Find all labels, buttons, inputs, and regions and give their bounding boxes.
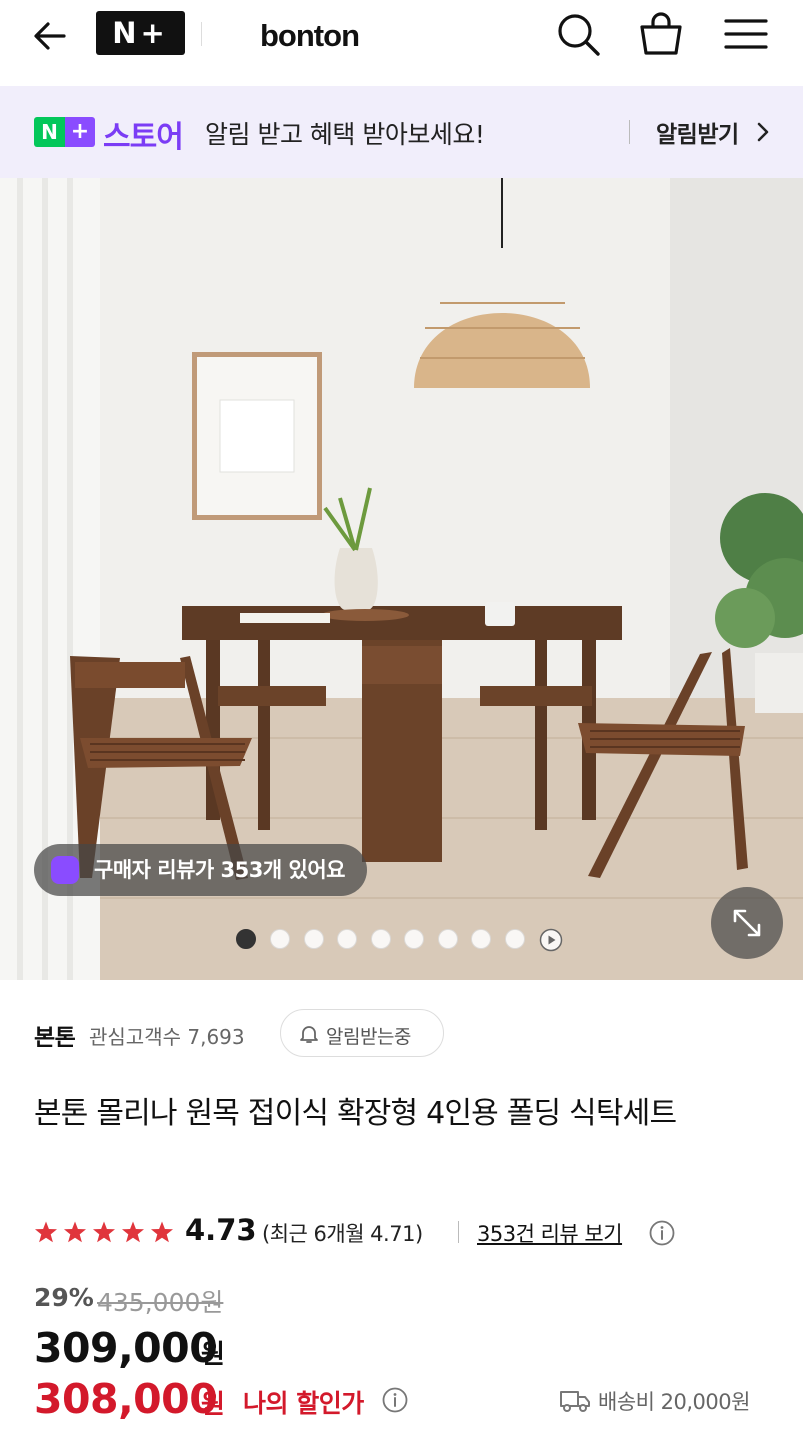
seller-name[interactable]: 본톤 (34, 1018, 76, 1052)
recent-rating: (최근 6개월 4.71) (262, 1222, 423, 1246)
menu-icon[interactable] (722, 10, 770, 58)
carousel-dot-5[interactable] (371, 929, 391, 949)
banner-divider (629, 120, 630, 144)
carousel-dot-4[interactable] (337, 929, 357, 949)
carousel-dot-1[interactable] (236, 929, 256, 949)
carousel-dot-7[interactable] (438, 929, 458, 949)
sale-price: 309,000 (34, 1324, 218, 1372)
carousel-dot-9[interactable] (505, 929, 525, 949)
nplus-logo[interactable]: N+ (96, 11, 185, 55)
delivery-truck-icon (560, 1391, 590, 1412)
info-icon[interactable] (649, 1220, 675, 1246)
top-header: N+ bonton (0, 0, 803, 86)
store-label: 스토어 (103, 120, 184, 155)
price-currency: 원 (201, 1340, 225, 1370)
star-rating (35, 1221, 173, 1243)
seller-alarm-label: 알림받는중 (326, 1026, 411, 1048)
shopping-bag-badge-icon (51, 856, 79, 884)
product-title: 본톤 몰리나 원목 접이식 확장형 4인용 폴딩 식탁세트 (34, 1096, 677, 1131)
naver-plus-store-badge: N + (34, 117, 95, 147)
original-price: 435,000원 (97, 1288, 224, 1317)
my-price-info-icon[interactable] (382, 1387, 408, 1413)
carousel-dot-6[interactable] (404, 929, 424, 949)
header-divider (201, 22, 202, 46)
discount-rate: 29% (34, 1283, 94, 1312)
video-play-icon[interactable] (539, 928, 563, 952)
carousel-dot-8[interactable] (471, 929, 491, 949)
carousel-dot-2[interactable] (270, 929, 290, 949)
my-discount-price: 308,000 (34, 1375, 218, 1423)
carousel-dot-3[interactable] (304, 929, 324, 949)
review-pill-text: 구매자 리뷰가 353개 있어요 (94, 858, 345, 882)
back-arrow-icon[interactable] (28, 14, 72, 58)
expand-image-button[interactable] (711, 887, 783, 959)
seller-fans-count: 관심고객수 7,693 (89, 1025, 245, 1049)
banner-message: 알림 받고 혜택 받아보세요! (205, 120, 485, 149)
seller-alarm-button[interactable]: 알림받는중 (280, 1009, 444, 1057)
store-notification-banner[interactable]: N + 스토어 알림 받고 혜택 받아보세요! 알림받기 (0, 86, 803, 178)
buyer-review-pill[interactable]: 구매자 리뷰가 353개 있어요 (34, 844, 367, 896)
badge-n: N (34, 117, 65, 147)
chevron-right-icon (757, 122, 769, 142)
rating-divider (458, 1221, 459, 1243)
badge-plus: + (65, 117, 95, 147)
my-discount-label: 나의 할인가 (243, 1389, 364, 1418)
reviews-link[interactable]: 353건 리뷰 보기 (477, 1218, 623, 1248)
product-image-carousel[interactable]: 구매자 리뷰가 353개 있어요 (0, 178, 803, 980)
bell-icon (300, 1026, 318, 1043)
shipping-fee: 배송비 20,000원 (598, 1390, 750, 1414)
rating-score: 4.73 (185, 1213, 257, 1247)
expand-icon (733, 909, 761, 937)
search-icon[interactable] (554, 10, 602, 58)
notify-button[interactable]: 알림받기 (656, 115, 739, 149)
shopping-bag-icon[interactable] (637, 10, 685, 58)
brand-logo[interactable]: bonton (260, 18, 360, 54)
my-price-currency: 원 (201, 1390, 225, 1420)
